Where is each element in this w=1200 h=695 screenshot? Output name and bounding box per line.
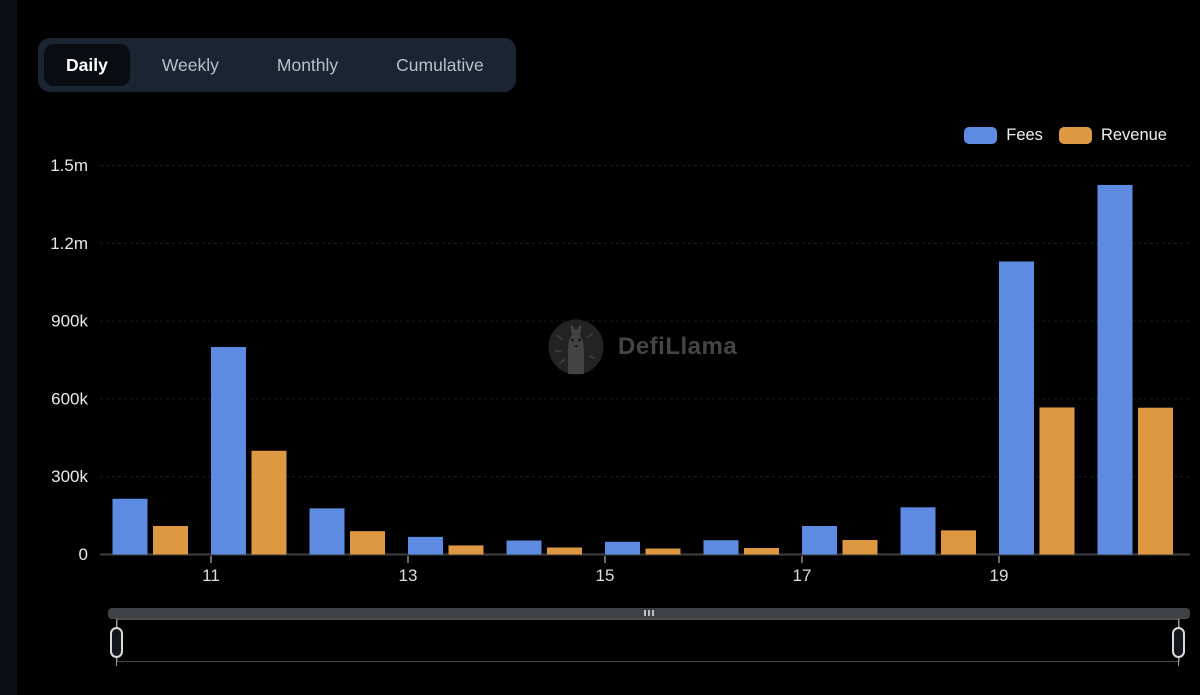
x-axis-label-19: 19 — [990, 566, 1009, 585]
bar-revenue-day20[interactable] — [1138, 408, 1173, 555]
bar-revenue-day15[interactable] — [646, 549, 681, 555]
datazoom-stem — [116, 658, 117, 666]
datazoom-stem — [1178, 619, 1179, 627]
bar-fees-day20[interactable] — [1098, 185, 1133, 555]
y-axis-label-300k: 300k — [51, 467, 88, 486]
x-axis-label-11: 11 — [202, 566, 220, 585]
fees-chart-panel: DailyWeeklyMonthlyCumulative FeesRevenue… — [0, 0, 1200, 695]
bar-fees-day19[interactable] — [999, 261, 1034, 554]
x-axis-label-17: 17 — [793, 566, 812, 585]
bar-fees-day12[interactable] — [310, 508, 345, 554]
x-axis-label-13: 13 — [399, 566, 418, 585]
datazoom-brush-area[interactable] — [117, 619, 1180, 662]
datazoom-right-handle[interactable] — [1172, 627, 1185, 658]
scrollbar-grip-icon[interactable] — [644, 610, 654, 616]
bar-fees-day17[interactable] — [802, 526, 837, 555]
y-axis-label-1.2m: 1.2m — [50, 234, 88, 253]
bar-revenue-day14[interactable] — [547, 547, 582, 554]
bar-revenue-day17[interactable] — [843, 540, 878, 555]
bar-fees-day14[interactable] — [507, 540, 542, 554]
bar-fees-day10[interactable] — [113, 499, 148, 555]
y-axis-label-0: 0 — [79, 545, 88, 564]
y-axis-label-900k: 900k — [51, 312, 88, 331]
datazoom-scrollbar[interactable] — [108, 608, 1190, 619]
y-axis-label-600k: 600k — [51, 389, 88, 408]
bar-revenue-day18[interactable] — [941, 530, 976, 554]
bar-fees-day13[interactable] — [408, 537, 443, 555]
bar-revenue-day13[interactable] — [449, 545, 484, 554]
bar-revenue-day10[interactable] — [153, 526, 188, 555]
bar-revenue-day12[interactable] — [350, 531, 385, 554]
bar-fees-day11[interactable] — [211, 347, 246, 554]
x-axis-label-15: 15 — [596, 566, 615, 585]
bar-fees-day15[interactable] — [605, 542, 640, 555]
datazoom-stem — [116, 619, 117, 627]
bar-fees-day16[interactable] — [704, 540, 739, 554]
bar-revenue-day19[interactable] — [1040, 407, 1075, 554]
datazoom-stem — [1178, 658, 1179, 666]
bar-fees-day18[interactable] — [901, 507, 936, 554]
bar-revenue-day16[interactable] — [744, 548, 779, 554]
fees-revenue-bar-chart: 0 300k 600k 900k 1.2m 1.5m 11 13 15 17 19 — [0, 0, 1200, 695]
bar-revenue-day11[interactable] — [252, 451, 287, 555]
datazoom-left-handle[interactable] — [110, 627, 123, 658]
y-axis-label-1.5m: 1.5m — [50, 156, 88, 175]
